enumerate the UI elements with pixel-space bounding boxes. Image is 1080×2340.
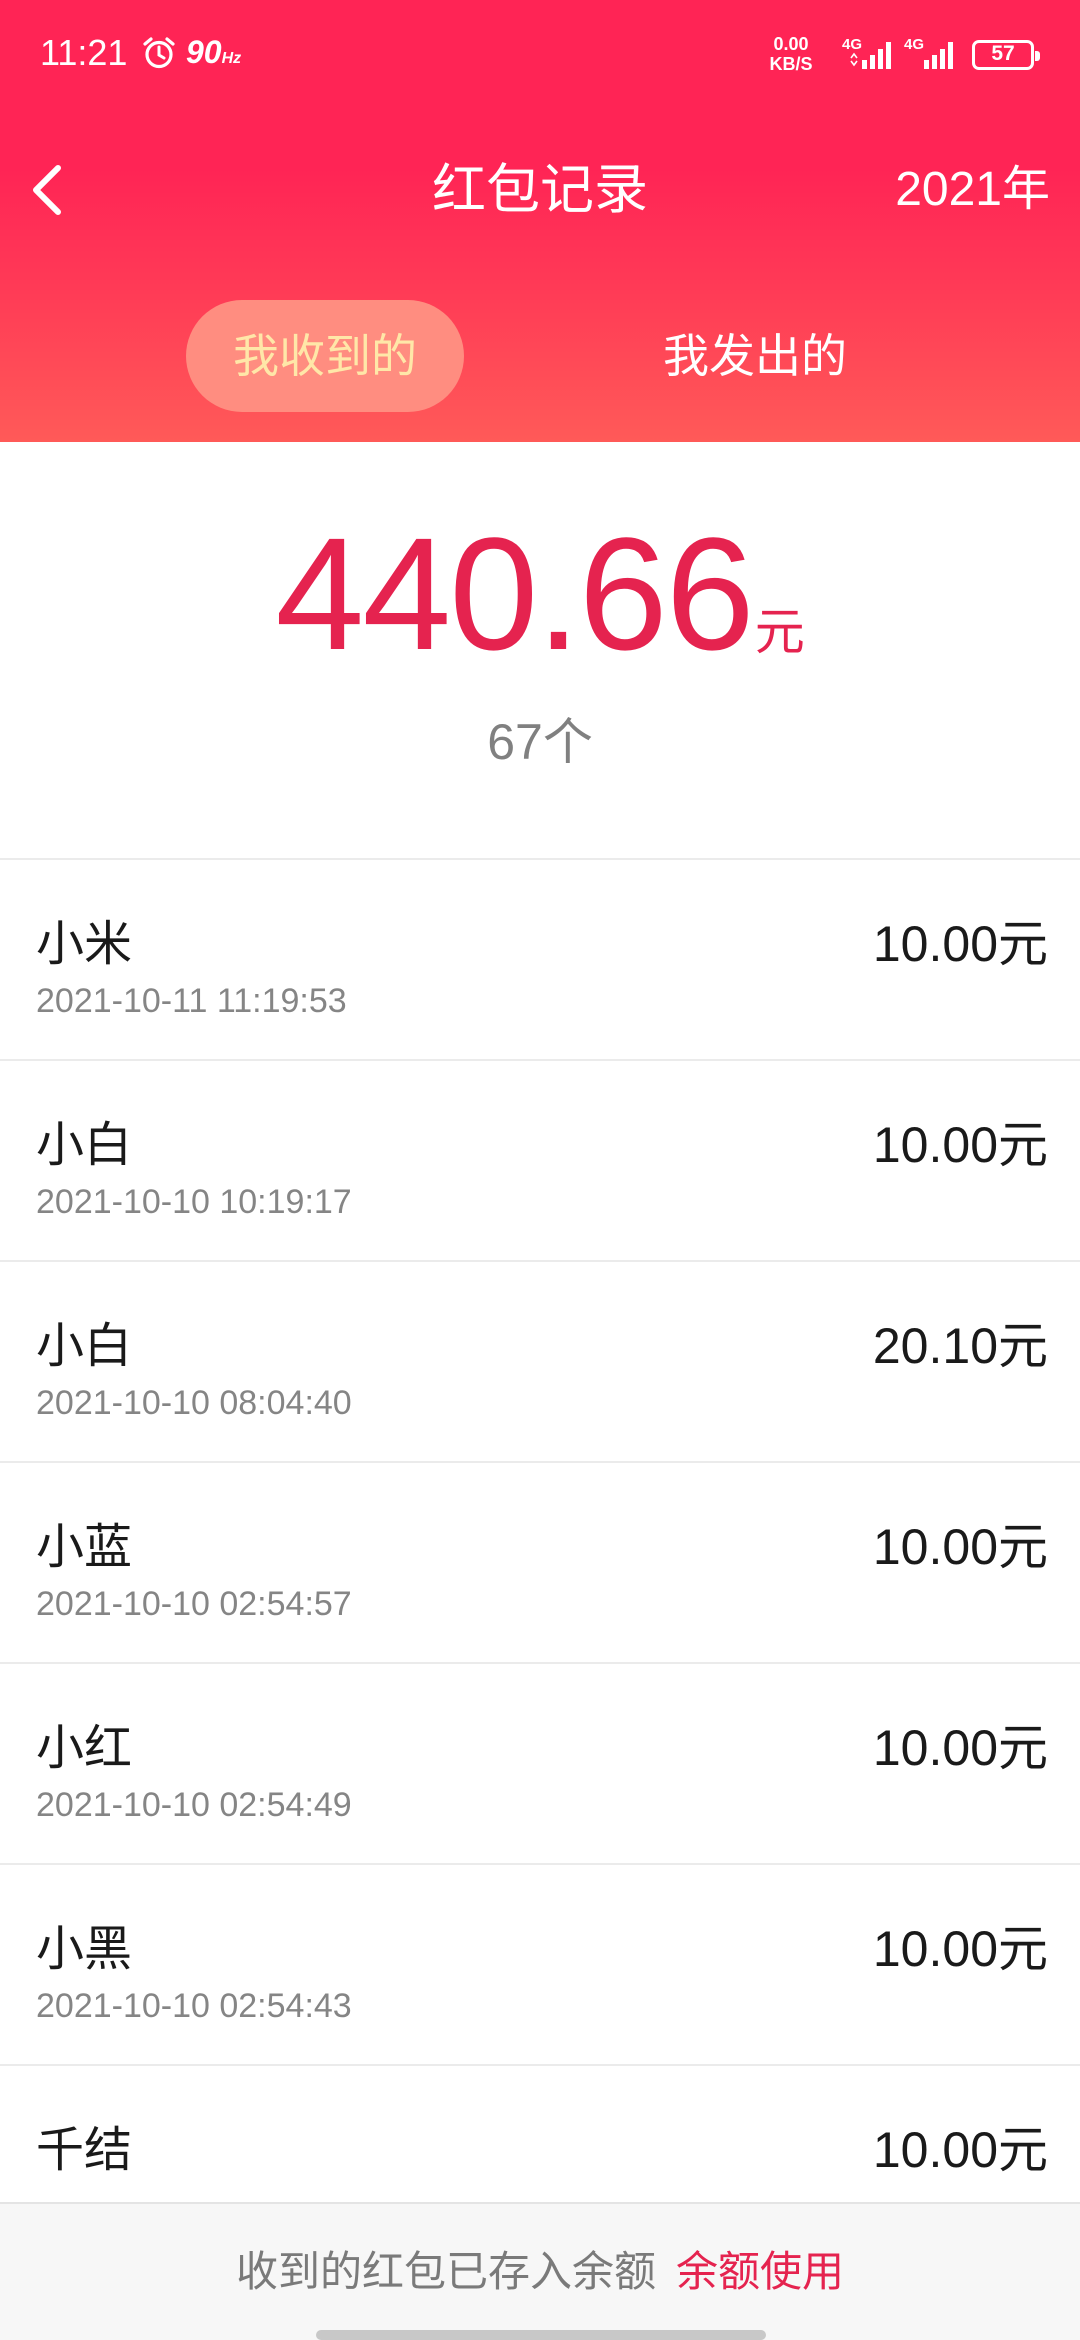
header: 11:21 90Hz 0.00 KB/S 4G 4G 57 红包记录 2021年…: [0, 0, 1080, 442]
signal-icon: 4G: [904, 36, 966, 72]
year-selector[interactable]: 2021年: [895, 150, 1050, 230]
sender-name: 小米: [36, 916, 133, 972]
sender-name: 小红: [36, 1720, 133, 1776]
sender-name: 小白: [36, 1318, 133, 1374]
tab-received[interactable]: 我收到的: [186, 300, 464, 412]
sender-name: 小黑: [36, 1921, 133, 1977]
list-item[interactable]: 小白 2021-10-10 08:04:40 20.10元: [0, 1262, 1080, 1463]
record-amount: 10.00元: [872, 2121, 1048, 2179]
record-time: 2021-10-10 02:54:57: [36, 1585, 352, 1623]
footer-bar: 收到的红包已存入余额 余额使用: [0, 2202, 1080, 2340]
record-time: 2021-10-10 02:54:49: [36, 1786, 352, 1824]
record-time: 2021-10-10 08:04:40: [36, 1384, 352, 1422]
record-list: 小米 2021-10-11 11:19:53 10.00元 小白 2021-10…: [0, 858, 1080, 2267]
record-amount: 10.00元: [872, 1518, 1048, 1576]
sender-name: 小蓝: [36, 1519, 133, 1575]
alarm-icon: [143, 37, 175, 69]
record-time: 2021-10-10 02:54:43: [36, 1987, 352, 2025]
record-amount: 10.00元: [872, 1719, 1048, 1777]
envelope-count: 67个: [487, 713, 593, 771]
total-amount-unit: 元: [754, 603, 805, 661]
network-speed: 0.00 KB/S: [769, 34, 813, 74]
total-amount-value: 440.66: [275, 504, 754, 683]
total-amount: 440.66元: [0, 502, 1080, 686]
signal-icon: 4G: [842, 36, 904, 72]
battery-icon: 57: [972, 40, 1040, 70]
record-amount: 10.00元: [872, 1920, 1048, 1978]
record-time: 2021-10-11 11:19:53: [36, 982, 347, 1020]
list-item[interactable]: 小蓝 2021-10-10 02:54:57 10.00元: [0, 1463, 1080, 1664]
record-amount: 10.00元: [872, 915, 1048, 973]
home-indicator[interactable]: [316, 2330, 766, 2340]
summary-card: 440.66元 67个: [0, 442, 1080, 858]
footer-text: 收到的红包已存入余额 余额使用: [0, 2238, 1080, 2299]
refresh-rate: 90Hz: [186, 34, 242, 70]
list-item[interactable]: 小白 2021-10-10 10:19:17 10.00元: [0, 1061, 1080, 1262]
balance-note: 收到的红包已存入余额: [235, 2247, 656, 2296]
sender-name: 小白: [36, 1117, 133, 1173]
record-amount: 20.10元: [872, 1317, 1048, 1375]
status-time: 11:21: [40, 32, 128, 73]
record-time: 2021-10-10 10:19:17: [36, 1183, 352, 1221]
sender-name: 千结: [36, 2122, 133, 2178]
status-bar: 11:21 90Hz 0.00 KB/S 4G 4G 57: [0, 0, 1080, 112]
balance-use-link[interactable]: 余额使用: [676, 2247, 844, 2296]
record-amount: 10.00元: [872, 1116, 1048, 1174]
list-item[interactable]: 小米 2021-10-11 11:19:53 10.00元: [0, 860, 1080, 1061]
list-item[interactable]: 小黑 2021-10-10 02:54:43 10.00元: [0, 1865, 1080, 2066]
tab-sent[interactable]: 我发出的: [620, 300, 890, 412]
list-item[interactable]: 小红 2021-10-10 02:54:49 10.00元: [0, 1664, 1080, 1865]
